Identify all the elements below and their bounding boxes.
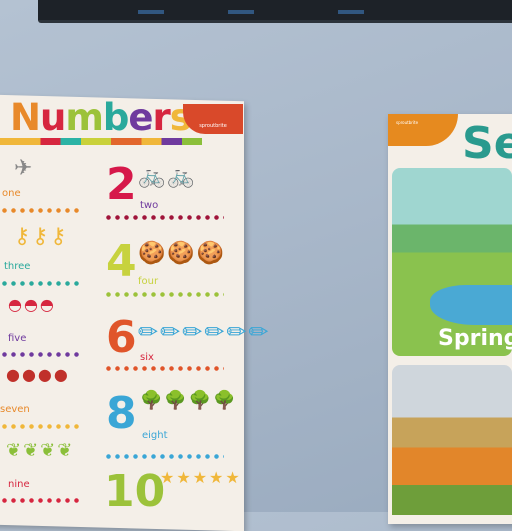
dotted-line bbox=[104, 454, 224, 459]
dotted-line bbox=[104, 215, 224, 220]
number-digit: 10 bbox=[104, 466, 166, 517]
number-word: nine bbox=[8, 479, 30, 490]
number-word: seven bbox=[0, 404, 30, 415]
title-letter: b bbox=[102, 96, 129, 139]
taskbar-indicator bbox=[138, 10, 164, 14]
seasons-title: Se bbox=[462, 118, 512, 169]
number-word: four bbox=[138, 276, 159, 287]
balls-icon: ●●●● bbox=[6, 365, 70, 384]
number-word: two bbox=[140, 200, 159, 211]
color-stripe bbox=[0, 138, 202, 145]
numbers-title: Numbers bbox=[10, 96, 192, 139]
number-word: one bbox=[2, 188, 21, 199]
pencils-icon: ✏✏✏✏✏✏ bbox=[138, 318, 271, 346]
title-letter: r bbox=[152, 96, 170, 139]
dotted-line bbox=[104, 292, 224, 297]
airplane-icon: ✈ bbox=[14, 156, 35, 181]
number-word: five bbox=[8, 333, 27, 344]
taskbar-indicator bbox=[338, 10, 364, 14]
bicycles-icon: 🚲🚲 bbox=[138, 164, 197, 189]
title-letter: u bbox=[39, 96, 66, 139]
dotted-line bbox=[0, 424, 80, 429]
taskbar-indicator bbox=[228, 10, 254, 14]
title-letter: m bbox=[65, 96, 104, 139]
dotted-line bbox=[0, 352, 80, 357]
dotted-line bbox=[0, 208, 80, 213]
trees-icon: 🌳🌳🌳🌳 bbox=[140, 390, 238, 411]
hats-icon: ◓◓◓ bbox=[8, 295, 56, 314]
leaves-icon: ❦❦❦❦ bbox=[6, 440, 75, 461]
dotted-line bbox=[0, 281, 80, 286]
dotted-line bbox=[0, 498, 80, 503]
dotted-line bbox=[104, 366, 224, 371]
cookies-icon: 🍪🍪🍪 bbox=[138, 241, 227, 266]
brand-logo: sproutbrite bbox=[183, 104, 243, 134]
monitor bbox=[38, 0, 512, 23]
number-word: eight bbox=[142, 430, 168, 441]
lake bbox=[430, 285, 512, 325]
title-letter: e bbox=[128, 96, 153, 139]
spring-label: Spring bbox=[438, 326, 512, 351]
number-digit: 2 bbox=[106, 159, 137, 210]
number-word: three bbox=[4, 261, 31, 272]
number-word: six bbox=[140, 352, 154, 363]
number-digit: 4 bbox=[106, 236, 137, 287]
title-letter: N bbox=[10, 96, 41, 139]
keys-icon: ⚷⚷⚷ bbox=[14, 224, 69, 249]
autumn-scene bbox=[392, 365, 512, 515]
number-digit: 6 bbox=[106, 312, 137, 363]
stars-icon: ★★★★★ bbox=[160, 468, 242, 487]
number-digit: 8 bbox=[106, 388, 137, 439]
